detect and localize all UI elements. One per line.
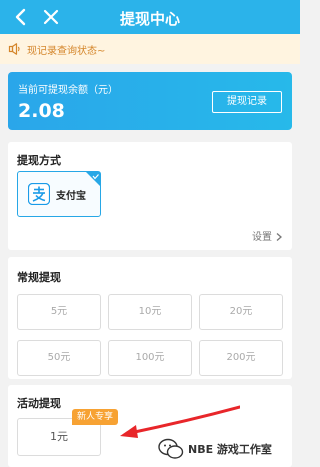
notice-text: 现记录查询状态~: [27, 46, 106, 57]
speaker-icon: [8, 43, 20, 55]
balance-value: 2.08: [18, 100, 65, 122]
page-title: 提现中心: [119, 10, 180, 28]
chevron-right-icon: [276, 233, 282, 241]
watermark: NBE 游戏工作室: [158, 434, 300, 464]
regular-withdraw-heading: 常规提现: [17, 271, 61, 284]
settings-label: 设置: [252, 232, 272, 243]
balance-label: 当前可提现余额（元）: [18, 85, 118, 96]
regular-withdraw-card: 常规提现 5元 10元 20元 50元 100元 200元: [8, 257, 292, 379]
newbie-badge: 新人专享: [72, 409, 119, 425]
amount-option[interactable]: 100元: [108, 340, 192, 376]
watermark-text: NBE 游戏工作室: [188, 443, 272, 456]
alipay-icon: [28, 183, 50, 205]
amount-option[interactable]: 10元: [108, 294, 192, 330]
notice-bar[interactable]: 现记录查询状态~: [0, 34, 300, 64]
selected-check-icon: [86, 172, 100, 186]
settings-link[interactable]: 设置: [252, 228, 283, 243]
amount-option[interactable]: 50元: [17, 340, 101, 376]
withdraw-records-button[interactable]: 提现记录: [212, 91, 282, 113]
alipay-label: 支付宝: [56, 191, 86, 202]
alipay-option[interactable]: 支付宝: [17, 171, 101, 217]
amount-option[interactable]: 5元: [17, 294, 101, 330]
wechat-icon: [158, 438, 184, 459]
activity-withdraw-heading: 活动提现: [17, 397, 61, 410]
balance-card: 当前可提现余额（元） 2.08 提现记录: [8, 72, 292, 130]
amount-option[interactable]: 200元: [199, 340, 283, 376]
withdraw-method-card: 提现方式 支付宝 设置: [8, 142, 292, 250]
withdraw-method-heading: 提现方式: [17, 154, 61, 167]
top-bar: 提现中心: [0, 0, 300, 34]
amount-option[interactable]: 20元: [199, 294, 283, 330]
